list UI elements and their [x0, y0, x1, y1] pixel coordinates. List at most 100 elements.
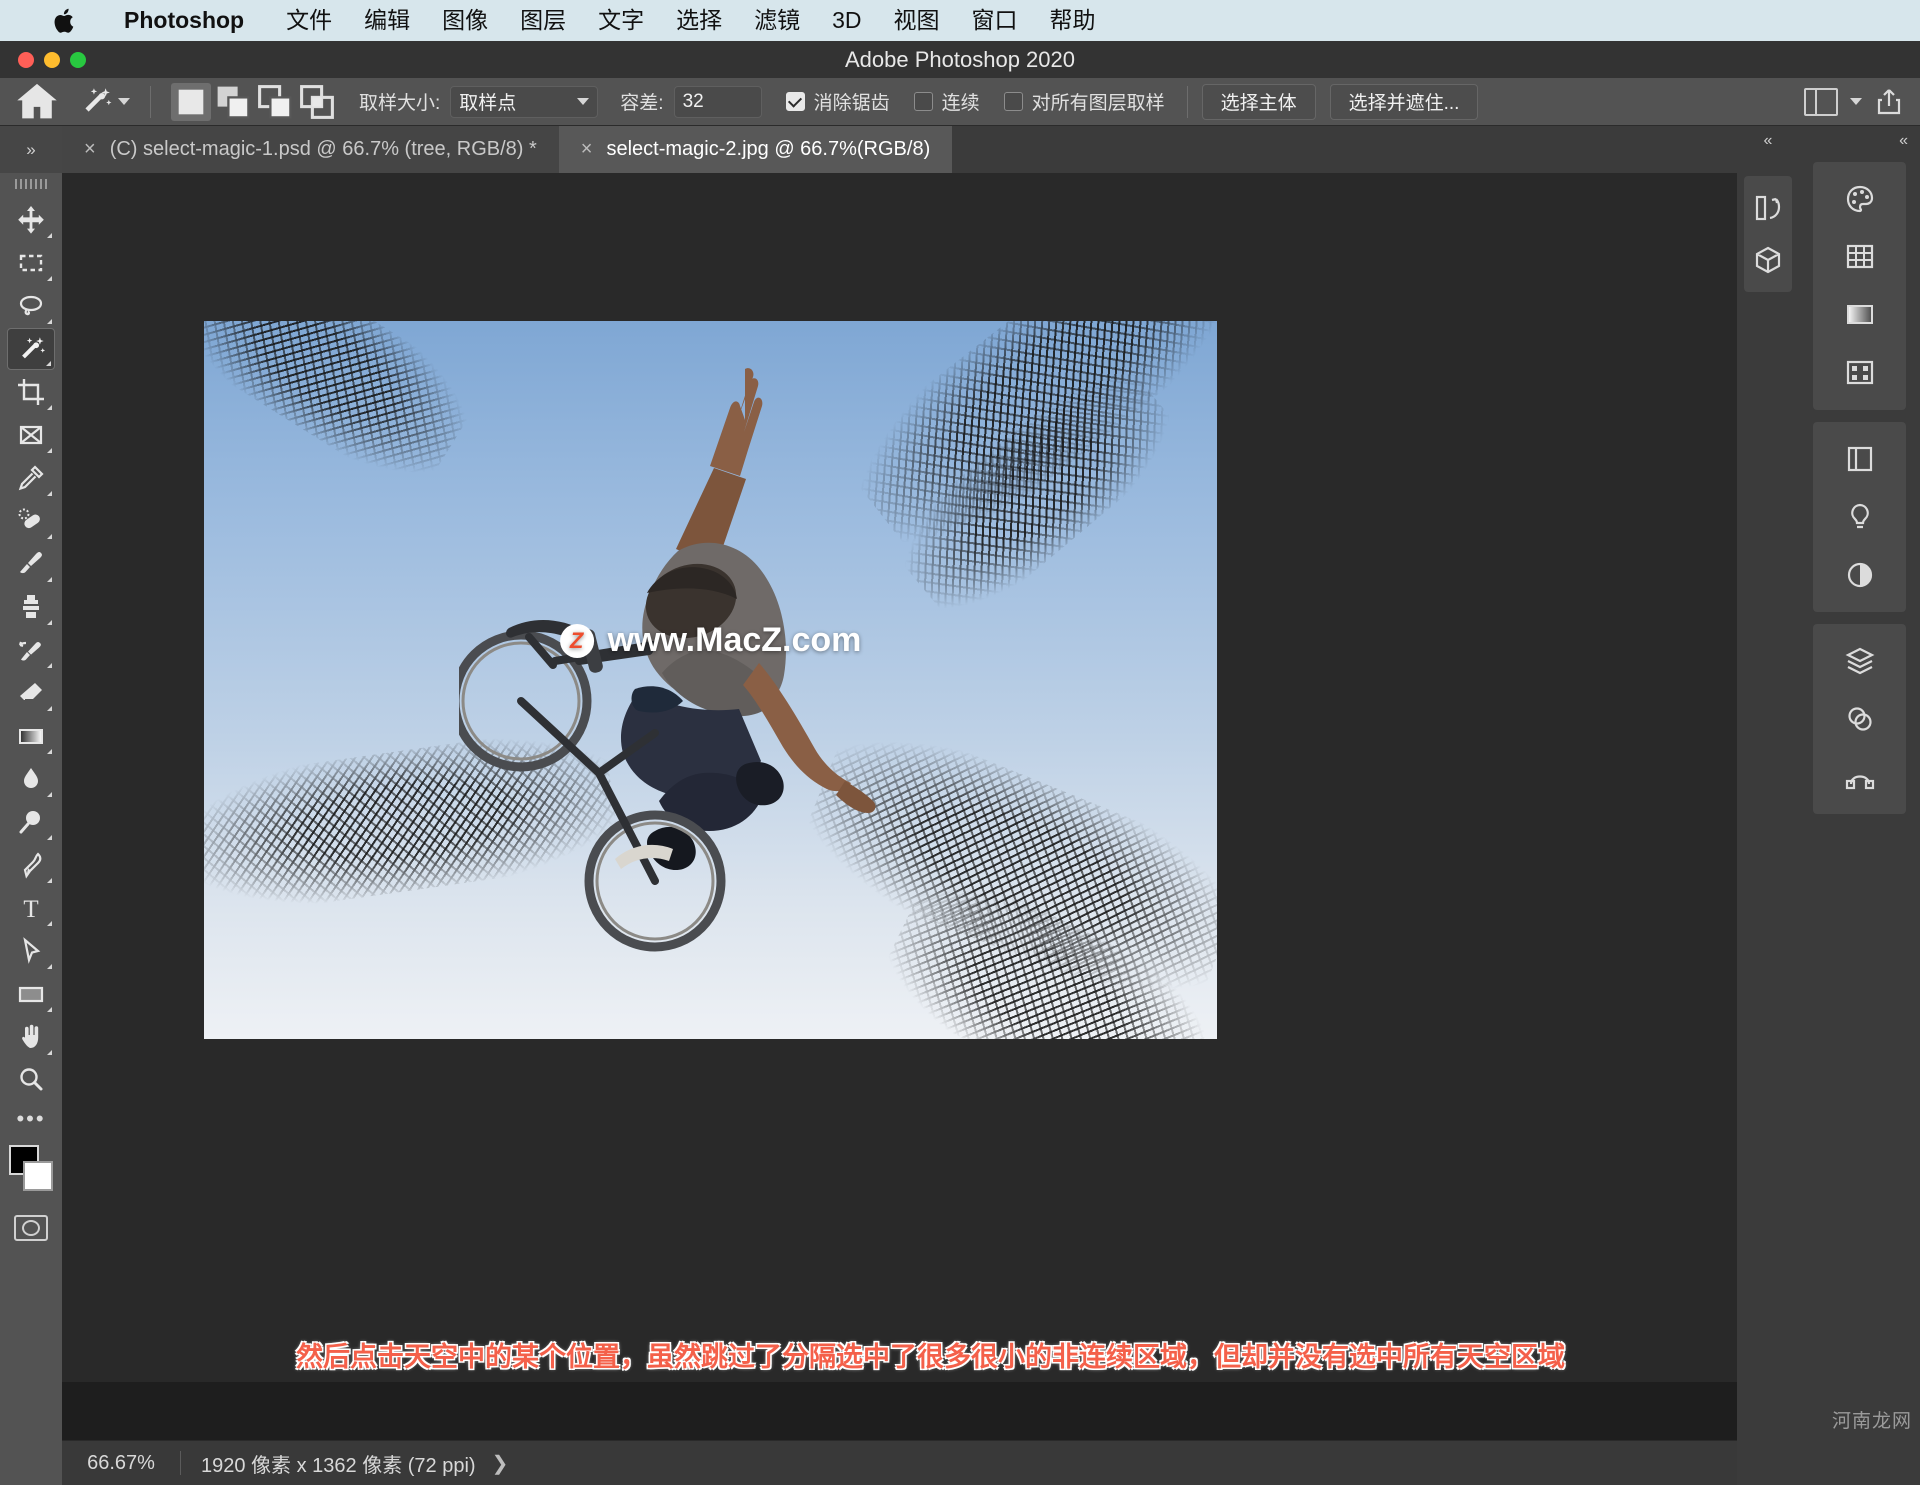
eyedropper-icon: [18, 465, 44, 491]
panel-properties[interactable]: [1825, 430, 1895, 488]
panel-gradients[interactable]: [1825, 286, 1895, 344]
intersect-selection-button[interactable]: [297, 83, 337, 121]
path-selection-tool[interactable]: [7, 930, 55, 972]
magic-wand-icon: [22, 337, 46, 359]
dodge-tool[interactable]: [7, 801, 55, 843]
type-tool[interactable]: T: [7, 887, 55, 929]
subtract-from-selection-button[interactable]: [255, 83, 295, 121]
magic-wand-tool[interactable]: [7, 328, 55, 370]
home-icon[interactable]: [14, 79, 60, 125]
panel-paths[interactable]: [1825, 748, 1895, 806]
eyedropper-tool[interactable]: [7, 457, 55, 499]
document-tab-1[interactable]: × (C) select-magic-1.psd @ 66.7% (tree, …: [62, 126, 559, 173]
maximize-window-button[interactable]: [70, 51, 86, 68]
chevron-right-icon[interactable]: ❯: [492, 1451, 509, 1476]
divider: [1186, 85, 1188, 118]
hand-tool[interactable]: [7, 1016, 55, 1058]
panel-group-color: [1813, 162, 1906, 410]
sample-all-layers-checkbox[interactable]: 对所有图层取样: [1003, 88, 1165, 115]
minimize-window-button[interactable]: [44, 51, 60, 68]
panel-libraries[interactable]: [1745, 182, 1791, 234]
more-tools-button[interactable]: •••: [7, 1102, 55, 1136]
workspace-panel-icon[interactable]: [1804, 87, 1838, 116]
close-window-button[interactable]: [18, 51, 34, 68]
panel-styles[interactable]: [1825, 546, 1895, 604]
select-subject-button[interactable]: 选择主体: [1201, 83, 1316, 120]
brush-tool[interactable]: [7, 543, 55, 585]
lasso-tool[interactable]: [7, 285, 55, 327]
select-and-mask-button[interactable]: 选择并遮住...: [1329, 83, 1479, 120]
rectangle-tool[interactable]: [7, 973, 55, 1015]
menu-image[interactable]: 图像: [426, 0, 504, 41]
contiguous-checkbox[interactable]: 连续: [913, 88, 980, 115]
menu-select[interactable]: 选择: [660, 0, 738, 41]
close-icon[interactable]: ×: [84, 138, 96, 161]
menu-window[interactable]: 窗口: [956, 0, 1034, 41]
type-T-icon: T: [23, 896, 38, 923]
document-dimensions-label: 1920 像素 x 1362 像素 (72 ppi): [201, 1454, 476, 1477]
move-tool[interactable]: [7, 199, 55, 241]
menu-help[interactable]: 帮助: [1034, 0, 1112, 41]
add-to-selection-button[interactable]: [213, 83, 253, 121]
panel-layers[interactable]: [1825, 632, 1895, 690]
chevron-down-icon: [577, 98, 590, 105]
frame-tool[interactable]: [7, 414, 55, 456]
share-icon[interactable]: [1874, 87, 1904, 117]
panel-group-libraries: [1744, 176, 1792, 292]
panel-swatches[interactable]: [1825, 228, 1895, 286]
crop-icon: [18, 379, 44, 405]
pen-icon: [23, 852, 42, 879]
checkbox-box-checked: [785, 92, 805, 111]
apple-logo-icon[interactable]: [52, 6, 78, 36]
menu-photoshop[interactable]: Photoshop: [108, 0, 270, 41]
menu-file[interactable]: 文件: [270, 0, 348, 41]
healing-brush-tool[interactable]: [7, 500, 55, 542]
crop-tool[interactable]: [7, 371, 55, 413]
rectangle-icon: [18, 986, 44, 1003]
menu-edit[interactable]: 编辑: [348, 0, 426, 41]
history-brush-tool[interactable]: [7, 629, 55, 671]
chevron-double-left-icon[interactable]: «: [1737, 126, 1799, 150]
gradient-tool[interactable]: [7, 715, 55, 757]
color-swatches[interactable]: [5, 1143, 57, 1199]
close-icon[interactable]: ×: [581, 138, 593, 161]
canvas-pane[interactable]: Z www.MacZ.com 然后点击天空中的某个位置，虽然跳过了分隔选中了很多…: [62, 173, 1799, 1382]
active-tool-indicator[interactable]: [72, 83, 136, 121]
quick-mask-button[interactable]: [14, 1215, 48, 1241]
menu-view[interactable]: 视图: [878, 0, 956, 41]
menu-layer[interactable]: 图层: [504, 0, 582, 41]
toolbar-collapse-button[interactable]: »: [0, 126, 62, 173]
document-canvas[interactable]: Z www.MacZ.com: [204, 321, 1217, 1039]
pen-tool[interactable]: [7, 844, 55, 886]
magic-wand-icon: [78, 85, 112, 119]
chevron-down-icon[interactable]: [1850, 98, 1862, 105]
zoom-level-field[interactable]: 66.67%: [62, 1452, 180, 1475]
background-color-swatch[interactable]: [23, 1161, 53, 1191]
document-tab-1-title: (C) select-magic-1.psd @ 66.7% (tree, RG…: [109, 138, 537, 160]
chevron-double-left-icon[interactable]: «: [1799, 126, 1920, 150]
panel-adjustments[interactable]: [1825, 488, 1895, 546]
svg-text:T: T: [23, 896, 38, 923]
tolerance-input[interactable]: 32: [673, 85, 762, 118]
clone-stamp-tool[interactable]: [7, 586, 55, 628]
panel-channels[interactable]: [1825, 690, 1895, 748]
menu-filter[interactable]: 滤镜: [738, 0, 816, 41]
blur-tool[interactable]: [7, 758, 55, 800]
sample-size-select[interactable]: 取样点: [450, 85, 599, 118]
rectangular-marquee-tool[interactable]: [7, 242, 55, 284]
antialias-checkbox[interactable]: 消除锯齿: [785, 88, 890, 115]
sample-all-layers-label: 对所有图层取样: [1031, 93, 1165, 114]
panel-color[interactable]: [1825, 170, 1895, 228]
eraser-tool[interactable]: [7, 672, 55, 714]
toolbar-drag-handle[interactable]: [15, 179, 47, 189]
document-tab-2[interactable]: × select-magic-2.jpg @ 66.7%(RGB/8): [558, 126, 953, 173]
sample-size-label: 取样大小:: [359, 93, 441, 114]
zoom-tool[interactable]: [7, 1059, 55, 1101]
menu-type[interactable]: 文字: [582, 0, 660, 41]
panel-3d[interactable]: [1745, 234, 1791, 286]
chevron-down-icon[interactable]: [118, 98, 130, 105]
new-selection-button[interactable]: [171, 82, 211, 121]
panel-patterns[interactable]: [1825, 344, 1895, 402]
menu-3d[interactable]: 3D: [816, 0, 877, 41]
checkbox-box-unchecked: [1003, 92, 1023, 111]
